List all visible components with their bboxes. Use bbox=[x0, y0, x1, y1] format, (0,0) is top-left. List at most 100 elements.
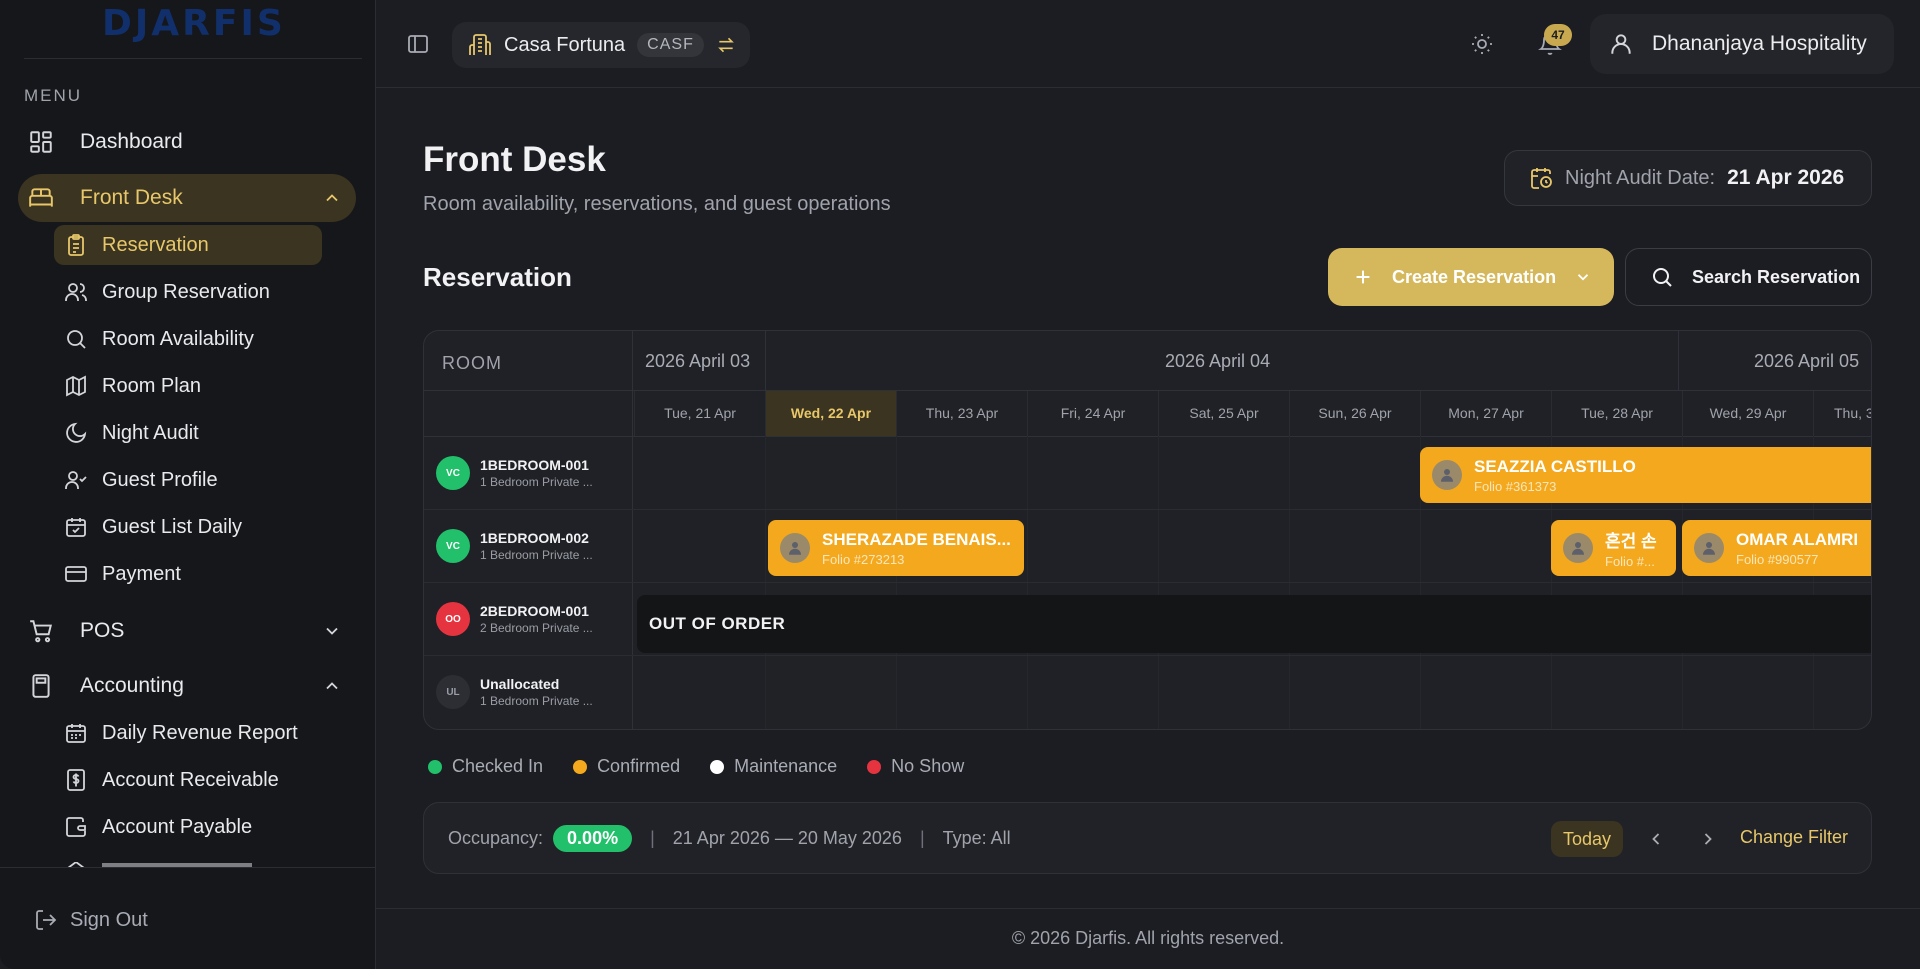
sun-icon[interactable] bbox=[1470, 32, 1494, 56]
sidebar-item-guest-profile[interactable]: Guest Profile bbox=[54, 460, 322, 500]
room-status-badge: OO bbox=[436, 602, 470, 636]
calculator-icon bbox=[28, 673, 54, 699]
room-type: 2 Bedroom Private ... bbox=[480, 621, 593, 635]
room-status-badge: VC bbox=[436, 456, 470, 490]
grid-line bbox=[896, 436, 897, 729]
sidebar-item-label: Group Reservation bbox=[102, 280, 270, 303]
sidebar-item-front-desk[interactable]: Front Desk bbox=[18, 174, 356, 222]
legend-item-checked-in: Checked In bbox=[428, 756, 543, 777]
reservation-block[interactable]: SHERAZADE BENAIS... Folio #273213 bbox=[768, 520, 1024, 576]
month-label: 2026 April 03 bbox=[645, 351, 751, 371]
search-icon bbox=[1650, 265, 1674, 289]
users-icon bbox=[64, 280, 88, 304]
sidebar-item-guest-list-daily[interactable]: Guest List Daily bbox=[54, 507, 322, 547]
out-of-order-block[interactable]: OUT OF ORDER bbox=[637, 595, 1871, 653]
day-column-header[interactable]: Tue, 21 Apr bbox=[634, 391, 765, 436]
chevron-down-icon[interactable] bbox=[1574, 268, 1592, 286]
sidebar-item-label: Room Availability bbox=[102, 327, 254, 350]
day-column-header[interactable]: Thu, 30 Apr bbox=[1813, 391, 1871, 436]
sidebar-item-reservation[interactable]: Reservation bbox=[54, 225, 322, 265]
status-legend: Checked In Confirmed Maintenance No Show bbox=[428, 756, 994, 777]
legend-item-no-show: No Show bbox=[867, 756, 964, 777]
sidebar-item-label: Daily Revenue Report bbox=[102, 721, 298, 744]
sign-out-label: Sign Out bbox=[70, 908, 148, 931]
day-column-header[interactable]: Fri, 24 Apr bbox=[1027, 391, 1158, 436]
sidebar-item-daily-revenue-report[interactable]: Daily Revenue Report bbox=[54, 713, 322, 753]
dashboard-icon bbox=[28, 129, 54, 155]
sidebar-item-dashboard[interactable]: Dashboard bbox=[18, 118, 356, 166]
sidebar-item-payment[interactable]: Payment bbox=[54, 554, 322, 594]
chevron-up-icon[interactable] bbox=[322, 188, 342, 208]
create-reservation-button[interactable]: Create Reservation bbox=[1328, 248, 1614, 306]
wallet-icon bbox=[64, 815, 88, 839]
occupancy-label: Occupancy: bbox=[448, 827, 544, 848]
day-column-header[interactable]: Thu, 23 Apr bbox=[896, 391, 1027, 436]
sidebar-item-accounting[interactable]: Accounting bbox=[18, 662, 356, 710]
user-name: Dhananjaya Hospitality bbox=[1652, 32, 1867, 55]
sidebar-toggle-icon[interactable] bbox=[406, 32, 430, 56]
property-selector[interactable]: Casa Fortuna CASF bbox=[452, 22, 750, 68]
day-column-header[interactable]: Mon, 27 Apr bbox=[1420, 391, 1551, 436]
sidebar-item-label: Account Receivable bbox=[102, 768, 279, 791]
map-icon bbox=[64, 374, 88, 398]
sidebar-item-account-receivable[interactable]: Account Receivable bbox=[54, 760, 322, 800]
chevron-up-icon[interactable] bbox=[322, 676, 342, 696]
sign-out-button[interactable]: Sign Out bbox=[34, 908, 148, 932]
footer-divider bbox=[376, 908, 1920, 909]
occupancy-filter-bar: Occupancy: 0.00% | 21 Apr 2026 — 20 May … bbox=[423, 802, 1872, 874]
guest-name: SHERAZADE BENAIS... bbox=[822, 529, 1011, 549]
room-row-1bedroom-001[interactable]: VC 1BEDROOM-001 1 Bedroom Private ... bbox=[436, 437, 593, 509]
user-menu[interactable]: Dhananjaya Hospitality bbox=[1590, 14, 1894, 74]
search-icon bbox=[64, 327, 88, 351]
day-column-header[interactable]: Sun, 26 Apr bbox=[1289, 391, 1420, 436]
sidebar-item-label: Dashboard bbox=[80, 130, 183, 153]
page-subtitle: Room availability, reservations, and gue… bbox=[423, 193, 891, 215]
folio-number: Folio #990577 bbox=[1736, 551, 1819, 567]
month-label: 2026 April 04 bbox=[1165, 351, 1271, 371]
credit-card-icon bbox=[64, 562, 88, 586]
day-column-header-today[interactable]: Wed, 22 Apr bbox=[765, 391, 896, 436]
sidebar-item-night-audit[interactable]: Night Audit bbox=[54, 413, 322, 453]
legend-dot bbox=[867, 759, 882, 774]
plus-icon bbox=[1352, 266, 1374, 288]
sidebar-item-room-availability[interactable]: Room Availability bbox=[54, 319, 322, 359]
room-row-1bedroom-002[interactable]: VC 1BEDROOM-002 1 Bedroom Private ... bbox=[436, 510, 593, 582]
room-name: 2BEDROOM-001 bbox=[480, 603, 589, 619]
change-filter-link[interactable]: Change Filter bbox=[1740, 827, 1848, 848]
occupancy-value-badge: 0.00% bbox=[553, 824, 633, 852]
sidebar-item-group-reservation[interactable]: Group Reservation bbox=[54, 272, 322, 312]
switch-property-icon[interactable] bbox=[716, 35, 736, 55]
room-type: 1 Bedroom Private ... bbox=[480, 475, 593, 489]
reservation-block[interactable]: SEAZZIA CASTILLO Folio #361373 bbox=[1420, 447, 1871, 503]
guest-name: OMAR ALAMRI bbox=[1736, 529, 1859, 549]
bed-icon bbox=[28, 185, 54, 211]
day-column-header[interactable]: Wed, 29 Apr bbox=[1682, 391, 1813, 436]
room-row-unallocated[interactable]: UL Unallocated 1 Bedroom Private ... bbox=[436, 656, 593, 728]
day-column-header[interactable]: Sat, 25 Apr bbox=[1158, 391, 1289, 436]
night-audit-date: Night Audit Date: 21 Apr 2026 bbox=[1504, 150, 1872, 206]
chevron-left-icon[interactable] bbox=[1646, 829, 1666, 849]
night-audit-label: Night Audit Date: bbox=[1565, 166, 1716, 189]
legend-dot bbox=[573, 759, 588, 774]
sidebar-item-pos[interactable]: POS bbox=[18, 607, 356, 655]
sidebar: DJARFIS MENU Dashboard Front Desk Reserv… bbox=[0, 0, 376, 969]
sidebar-item-room-plan[interactable]: Room Plan bbox=[54, 366, 322, 406]
menu-section-label: MENU bbox=[24, 86, 83, 105]
day-column-header[interactable]: Tue, 28 Apr bbox=[1551, 391, 1682, 436]
room-column-header: ROOM bbox=[442, 353, 502, 373]
user-icon bbox=[1608, 31, 1634, 57]
legend-dot bbox=[428, 759, 442, 774]
search-reservation-button[interactable]: Search Reservation bbox=[1625, 248, 1872, 306]
reservation-block[interactable]: 흔건 손 Folio #... bbox=[1551, 520, 1676, 576]
reservation-block[interactable]: OMAR ALAMRI Folio #990577 bbox=[1682, 520, 1871, 576]
sidebar-item-account-payable[interactable]: Account Payable bbox=[54, 807, 322, 847]
today-button[interactable]: Today bbox=[1551, 821, 1624, 857]
djarfis-logo[interactable]: DJARFIS bbox=[102, 4, 286, 44]
chevron-down-icon[interactable] bbox=[322, 621, 342, 641]
chevron-right-icon[interactable] bbox=[1698, 829, 1718, 849]
guest-avatar-icon bbox=[780, 533, 810, 563]
search-reservation-label: Search Reservation bbox=[1692, 266, 1861, 287]
sidebar-divider bbox=[0, 867, 376, 868]
room-row-2bedroom-001[interactable]: OO 2BEDROOM-001 2 Bedroom Private ... bbox=[436, 583, 593, 655]
calendar-clock-icon bbox=[1529, 166, 1553, 190]
